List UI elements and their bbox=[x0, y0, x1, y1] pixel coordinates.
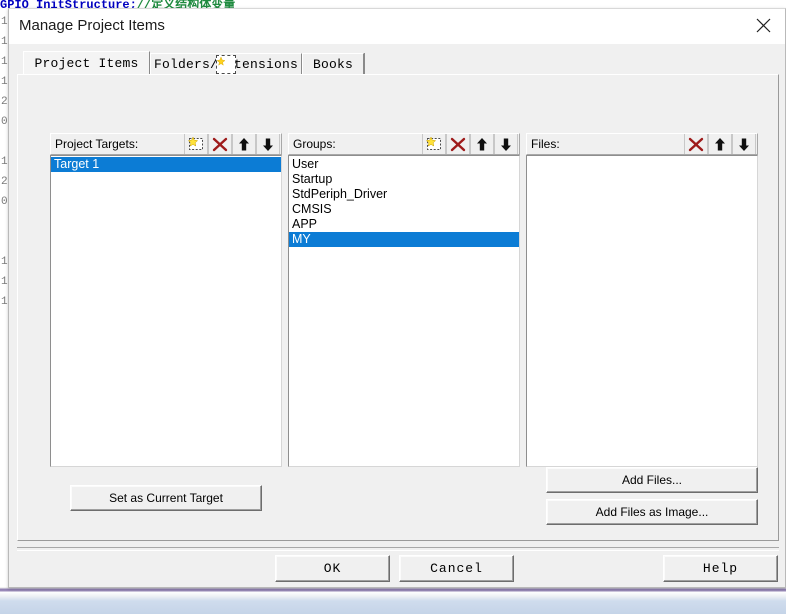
manage-project-items-dialog: Manage Project Items Project Items Folde… bbox=[8, 8, 786, 588]
new-item-drag-cursor-icon bbox=[216, 55, 236, 74]
button-label: Help bbox=[702, 561, 739, 576]
tab-strip-end-divider bbox=[364, 53, 365, 74]
tab-books[interactable]: Books bbox=[302, 53, 364, 74]
groups-label: Groups: bbox=[293, 137, 336, 151]
new-item-icon[interactable] bbox=[422, 134, 446, 154]
dialog-titlebar: Manage Project Items bbox=[9, 9, 785, 44]
project-targets-list[interactable]: Target 1 bbox=[50, 155, 282, 467]
project-targets-label: Project Targets: bbox=[55, 137, 139, 151]
dialog-title: Manage Project Items bbox=[19, 17, 165, 34]
add-files-button[interactable]: Add Files... bbox=[546, 467, 758, 493]
delete-item-icon[interactable] bbox=[208, 134, 232, 154]
close-icon[interactable] bbox=[741, 9, 785, 42]
move-up-icon[interactable] bbox=[232, 134, 256, 154]
tab-strip: Project Items Folders/Extensions Books bbox=[17, 51, 779, 74]
files-label: Files: bbox=[531, 137, 560, 151]
list-item[interactable]: StdPeriph_Driver bbox=[289, 187, 519, 202]
background-taskbar-edge bbox=[0, 587, 786, 614]
groups-toolbar bbox=[422, 134, 518, 154]
list-item[interactable]: Target 1 bbox=[51, 157, 281, 172]
list-item[interactable]: APP bbox=[289, 217, 519, 232]
groups-pane: Groups: User Startup StdPeriph_Driver CM… bbox=[288, 133, 520, 467]
button-label: Add Files... bbox=[621, 473, 683, 487]
delete-item-icon[interactable] bbox=[446, 134, 470, 154]
add-files-as-image-button[interactable]: Add Files as Image... bbox=[546, 499, 758, 525]
files-list[interactable] bbox=[526, 155, 758, 467]
button-label: OK bbox=[323, 561, 342, 576]
footer-divider bbox=[17, 547, 779, 551]
groups-list[interactable]: User Startup StdPeriph_Driver CMSIS APP … bbox=[288, 155, 520, 467]
list-item[interactable]: CMSIS bbox=[289, 202, 519, 217]
tab-label: Project Items bbox=[34, 55, 139, 71]
project-targets-header: Project Targets: bbox=[50, 133, 282, 155]
delete-item-icon[interactable] bbox=[684, 134, 708, 154]
list-item[interactable]: Startup bbox=[289, 172, 519, 187]
button-label: Set as Current Target bbox=[109, 491, 223, 505]
cancel-button[interactable]: Cancel bbox=[399, 555, 514, 582]
list-item[interactable]: User bbox=[289, 157, 519, 172]
project-targets-toolbar bbox=[184, 134, 280, 154]
groups-header: Groups: bbox=[288, 133, 520, 155]
move-up-icon[interactable] bbox=[708, 134, 732, 154]
tab-content-panel: Project Targets: Target 1 Groups: User S… bbox=[17, 74, 779, 541]
set-as-current-target-button[interactable]: Set as Current Target bbox=[70, 485, 262, 511]
move-down-icon[interactable] bbox=[494, 134, 518, 154]
files-pane: Files: bbox=[526, 133, 758, 467]
move-down-icon[interactable] bbox=[732, 134, 756, 154]
help-button[interactable]: Help bbox=[663, 555, 778, 582]
move-down-icon[interactable] bbox=[256, 134, 280, 154]
move-up-icon[interactable] bbox=[470, 134, 494, 154]
tab-label: Books bbox=[312, 56, 353, 72]
button-label: Add Files as Image... bbox=[595, 505, 709, 519]
files-toolbar bbox=[684, 134, 756, 154]
screen: GPIO_InitStructure;//定义结构体变量 1 1 1 1 2 0… bbox=[0, 0, 786, 614]
new-item-icon[interactable] bbox=[184, 134, 208, 154]
button-label: Cancel bbox=[430, 561, 483, 576]
ok-button[interactable]: OK bbox=[275, 555, 390, 582]
tab-project-items[interactable]: Project Items bbox=[23, 51, 150, 74]
project-targets-pane: Project Targets: Target 1 bbox=[50, 133, 282, 467]
list-item[interactable]: MY bbox=[289, 232, 519, 247]
files-header: Files: bbox=[526, 133, 758, 155]
